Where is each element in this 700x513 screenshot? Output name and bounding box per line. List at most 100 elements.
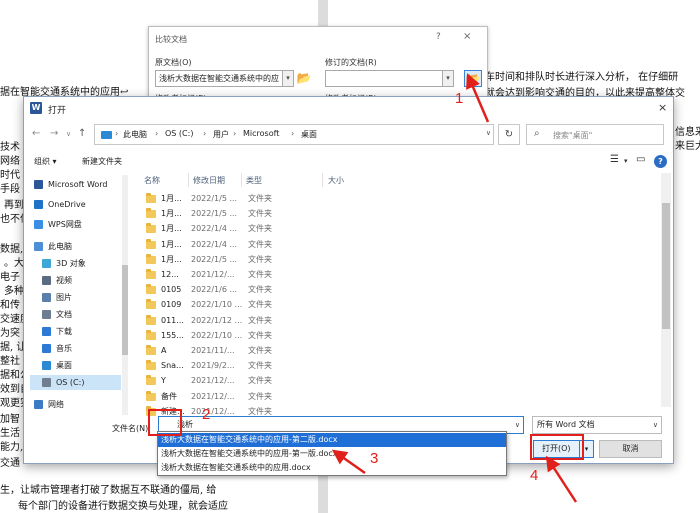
breadcrumb[interactable]: OS (C:) — [165, 129, 193, 138]
folder-open-icon[interactable]: 📂 — [464, 70, 482, 87]
cancel-button[interactable]: 取消 — [599, 440, 662, 458]
file-row[interactable]: 1月... 2022/1/5 ... 文件夹 — [144, 253, 304, 267]
annotation-step-1: 1 — [455, 90, 464, 107]
file-row[interactable]: Sna... 2021/9/2... 文件夹 — [144, 359, 304, 373]
chevron-down-icon[interactable]: ▾ — [282, 70, 294, 87]
file-list-scrollbar-thumb[interactable] — [662, 203, 670, 329]
up-arrow-icon[interactable]: ↑ — [78, 128, 86, 139]
new-folder-button[interactable]: 新建文件夹 — [82, 156, 122, 167]
sidebar-item-label: 音乐 — [56, 344, 72, 353]
breadcrumb[interactable]: Microsoft — [243, 129, 279, 138]
sidebar-item-network[interactable]: 网络 — [30, 397, 121, 412]
file-date: 2021/11/... — [191, 346, 235, 355]
sidebar-item-label: 图片 — [56, 293, 72, 302]
help-button[interactable]: ? — [436, 32, 441, 42]
column-header-size[interactable]: 大小 — [328, 175, 344, 186]
sidebar-item-videos[interactable]: 视频 — [30, 273, 121, 288]
autocomplete-option[interactable]: 浅析大数据在智能交通系统中的应用-第二版.docx — [158, 433, 506, 447]
file-row[interactable]: A 2021/11/... 文件夹 — [144, 344, 304, 358]
preview-pane-icon[interactable]: ▭ — [636, 154, 645, 165]
help-icon[interactable]: ? — [654, 155, 667, 168]
file-row[interactable]: 155... 2022/1/10 ... 文件夹 — [144, 329, 304, 343]
sidebar-item-label: 3D 对象 — [56, 259, 86, 268]
column-divider — [241, 173, 242, 187]
sidebar-item-music[interactable]: 音乐 — [30, 341, 121, 356]
file-type: 文件夹 — [248, 376, 272, 386]
file-row[interactable]: 备件 2021/12/... 文件夹 — [144, 390, 304, 404]
filetype-select[interactable]: 所有 Word 文档 ∨ — [532, 416, 662, 434]
file-date: 2022/1/12 ... — [191, 315, 243, 325]
view-options-icon[interactable]: ☰ — [610, 154, 619, 165]
sidebar-item-documents[interactable]: 文档 — [30, 307, 121, 322]
sidebar-item-pictures[interactable]: 图片 — [30, 290, 121, 305]
file-row[interactable]: Y 2021/12/... 文件夹 — [144, 374, 304, 388]
file-date: 2022/1/10 ... — [191, 330, 243, 340]
download-icon — [42, 327, 51, 336]
breadcrumb[interactable]: 此电脑 — [123, 129, 147, 140]
file-name: 1月... — [161, 239, 182, 249]
revised-document-combo[interactable] — [325, 70, 443, 87]
chevron-down-icon[interactable]: ∨ — [486, 129, 491, 137]
sidebar-item-onedrive[interactable]: OneDrive — [30, 197, 121, 212]
chevron-down-icon[interactable]: ▾ — [624, 157, 628, 165]
breadcrumb[interactable]: 用户 — [213, 129, 229, 140]
file-date: 2022/1/5 ... — [191, 209, 238, 219]
sidebar-item-microsoft-word[interactable]: Microsoft Word — [30, 177, 121, 192]
folder-icon — [146, 360, 156, 371]
chevron-down-icon[interactable]: ∨ — [515, 417, 520, 433]
autocomplete-option[interactable]: 浅析大数据在智能交通系统中的应用-第一版.docx — [158, 447, 506, 461]
open-file-dialog: W 打开 × ← → ∨ ↑ › 此电脑 › OS (C:) › 用户 › Mi… — [23, 96, 674, 464]
column-header-name[interactable]: 名称 — [144, 175, 160, 186]
folder-icon — [146, 375, 156, 386]
file-row[interactable]: 0105 2022/1/6 ... 文件夹 — [144, 283, 304, 297]
breadcrumb[interactable]: 桌面 — [301, 129, 317, 140]
chevron-right-icon: › — [115, 129, 119, 138]
sidebar-item-downloads[interactable]: 下载 — [30, 324, 121, 339]
sidebar-item-desktop[interactable]: 桌面 — [30, 358, 121, 373]
video-icon — [42, 276, 51, 285]
sidebar-item-wps-cloud[interactable]: WPS网盘 — [30, 217, 121, 232]
sidebar-item-label: 文档 — [56, 310, 72, 319]
sidebar-item-os-c[interactable]: OS (C:) — [30, 375, 121, 390]
chevron-down-icon[interactable]: ▾ — [442, 70, 454, 87]
file-date: 2022/1/5 ... — [191, 194, 238, 203]
close-button[interactable]: × — [463, 31, 471, 42]
file-row[interactable]: 1月... 2022/1/5 ... 文件夹 — [144, 207, 304, 221]
chevron-down-icon[interactable]: ∨ — [66, 130, 71, 138]
annotation-box-filename — [148, 409, 182, 436]
sidebar-item-label: 视频 — [56, 276, 72, 285]
original-document-label: 原文档(O) — [155, 58, 192, 67]
column-header-date[interactable]: 修改日期 — [193, 175, 225, 186]
file-row[interactable]: 0109 2022/1/10 ... 文件夹 — [144, 298, 304, 312]
folder-icon — [146, 345, 156, 355]
sidebar-item-label: 桌面 — [56, 361, 72, 370]
forward-arrow-icon[interactable]: → — [50, 128, 58, 139]
folder-icon — [146, 390, 156, 401]
file-row[interactable]: 1月... 2022/1/4 ... 文件夹 — [144, 222, 304, 236]
sidebar-item-3d-objects[interactable]: 3D 对象 — [30, 256, 121, 271]
close-button[interactable]: × — [658, 101, 667, 114]
file-type: 文件夹 — [248, 346, 272, 355]
back-arrow-icon[interactable]: ← — [32, 128, 40, 139]
annotation-step-2: 2 — [202, 406, 211, 423]
sidebar-item-this-pc[interactable]: 此电脑 — [30, 239, 121, 254]
file-name: 011... — [161, 315, 184, 325]
folder-open-icon[interactable]: 📂 — [295, 70, 313, 87]
original-document-combo[interactable]: 浅析大数据在智能交通系统中的应 — [155, 70, 283, 87]
address-bar[interactable]: › 此电脑 › OS (C:) › 用户 › Microsoft › 桌面 ∨ — [94, 124, 494, 145]
autocomplete-option[interactable]: 浅析大数据在智能交通系统中的应用.docx — [158, 461, 506, 475]
sidebar-scrollbar-thumb[interactable] — [122, 265, 128, 355]
chevron-down-icon[interactable]: ∨ — [653, 417, 658, 433]
file-row[interactable]: 1月... 2022/1/5 ... 文件夹 — [144, 192, 304, 206]
column-header-type[interactable]: 类型 — [246, 175, 262, 186]
file-list-scrollbar[interactable] — [661, 173, 671, 407]
refresh-icon[interactable]: ↻ — [498, 124, 520, 145]
file-row[interactable]: 1月... 2022/1/4 ... 文件夹 — [144, 238, 304, 252]
file-row[interactable]: 12... 2021/12/... 文件夹 — [144, 268, 304, 282]
search-box[interactable]: ⌕ 搜索"桌面" — [526, 124, 664, 145]
file-row[interactable]: 011... 2022/1/12 ... 文件夹 — [144, 314, 304, 328]
chevron-right-icon: › — [233, 129, 237, 138]
doc-text: 交通 — [0, 458, 20, 469]
organize-button[interactable]: 组织 ▾ — [34, 156, 57, 167]
annotation-step-4: 4 — [530, 467, 539, 484]
